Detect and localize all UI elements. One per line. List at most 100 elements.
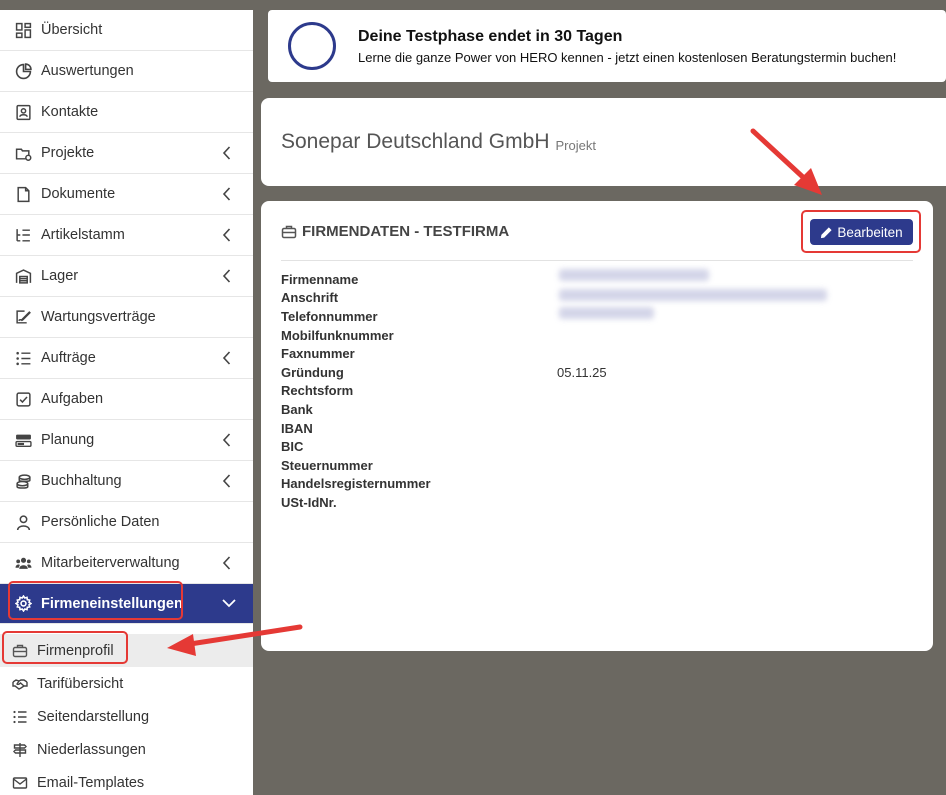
chevron-down-icon — [222, 599, 236, 608]
highlight-firmenprofil — [2, 631, 128, 664]
project-header: Sonepar Deutschland GmbH Projekt — [261, 98, 946, 186]
field-row-iban: IBAN — [281, 419, 607, 438]
field-label: Bank — [281, 401, 313, 417]
field-row-anschrift: Anschrift — [281, 289, 607, 308]
pie-chart-icon — [14, 62, 32, 80]
redacted-phone — [559, 307, 654, 319]
chevron-left-icon — [222, 228, 231, 242]
handshake-icon — [11, 676, 29, 692]
sidebar-subitem-label: Seitendarstellung — [37, 708, 150, 725]
user-icon — [14, 513, 32, 531]
sidebar-item-auftraege[interactable]: Aufträge — [0, 338, 253, 379]
chevron-left-icon — [222, 433, 231, 447]
field-value: 05.11.25 — [557, 364, 607, 380]
field-label: Anschrift — [281, 290, 339, 306]
sidebar-item-dokumente[interactable]: Dokumente — [0, 174, 253, 215]
sidebar-item-label: Projekte — [41, 145, 95, 161]
trial-banner-title: Deine Testphase endet in 30 Tagen — [358, 27, 623, 45]
redacted-address — [559, 289, 827, 301]
signpost-icon — [11, 742, 29, 758]
sidebar-item-auswertungen[interactable]: Auswertungen — [0, 51, 253, 92]
company-fields: Firmenname Anschrift Telefonnummer Mobil… — [281, 270, 607, 512]
contract-sign-icon — [14, 308, 32, 326]
sidebar-item-lager[interactable]: Lager — [0, 256, 253, 297]
trial-banner-subtitle: Lerne die ganze Power von HERO kennen - … — [358, 49, 897, 65]
field-label: Faxnummer — [281, 346, 355, 362]
sidebar-item-label: Mitarbeiterverwaltung — [41, 555, 180, 571]
field-row-firmenname: Firmenname — [281, 270, 607, 289]
company-data-title: FIRMENDATEN - TESTFIRMA — [302, 223, 510, 240]
field-row-bic: BIC — [281, 437, 607, 456]
field-row-bank: Bank — [281, 400, 607, 419]
chevron-left-icon — [222, 187, 231, 201]
sidebar-item-label: Artikelstamm — [41, 227, 125, 243]
warehouse-icon — [14, 267, 32, 285]
field-row-handelsregisternummer: Handelsregisternummer — [281, 475, 607, 494]
field-row-mobilfunknummer: Mobilfunknummer — [281, 326, 607, 345]
redacted-company-name — [559, 269, 709, 281]
field-label: Mobilfunknummer — [281, 327, 394, 343]
edit-button[interactable]: Bearbeiten — [810, 219, 913, 245]
sidebar-subitem-label: Niederlassungen — [37, 741, 146, 758]
field-label: BIC — [281, 439, 304, 455]
sidebar-subitem-email-templates[interactable]: Email-Templates — [0, 766, 253, 795]
field-row-telefonnummer: Telefonnummer — [281, 307, 607, 326]
field-row-rechtsform: Rechtsform — [281, 382, 607, 401]
envelope-icon — [11, 775, 29, 791]
sidebar-item-label: Planung — [41, 432, 95, 448]
sidebar-item-label: Übersicht — [41, 22, 103, 38]
sidebar-subitem-tarifuebersicht[interactable]: Tarifübersicht — [0, 667, 253, 700]
sidebar-item-kontakte[interactable]: Kontakte — [0, 92, 253, 133]
sidebar-subitem-label: Tarifübersicht — [37, 675, 124, 692]
trial-progress-ring — [288, 22, 336, 70]
page-subtitle: Projekt — [555, 137, 596, 153]
folder-icon — [14, 144, 32, 162]
field-row-gruendung: Gründung 05.11.25 — [281, 363, 607, 382]
field-row-ust-idnr: USt-IdNr. — [281, 493, 607, 512]
trial-banner[interactable]: Deine Testphase endet in 30 Tagen Lerne … — [268, 10, 946, 82]
contact-card-icon — [14, 103, 32, 121]
field-label: Telefonnummer — [281, 308, 378, 324]
document-icon — [14, 185, 32, 203]
sidebar-item-uebersicht[interactable]: Übersicht — [0, 10, 253, 51]
pencil-icon — [821, 226, 832, 238]
highlight-firmeneinstellungen — [8, 581, 183, 620]
sidebar-subitem-seitendarstellung[interactable]: Seitendarstellung — [0, 700, 253, 733]
sidebar-item-planung[interactable]: Planung — [0, 420, 253, 461]
sidebar-item-label: Persönliche Daten — [41, 514, 160, 530]
task-list-icon — [14, 349, 32, 367]
chevron-left-icon — [222, 146, 231, 160]
sidebar-item-label: Wartungsverträge — [41, 309, 156, 325]
sidebar-item-artikelstamm[interactable]: Artikelstamm — [0, 215, 253, 256]
field-label: USt-IdNr. — [281, 494, 337, 510]
chevron-left-icon — [222, 556, 231, 570]
users-icon — [14, 554, 32, 572]
sidebar-item-mitarbeiterverwaltung[interactable]: Mitarbeiterverwaltung — [0, 543, 253, 584]
coins-icon — [14, 472, 32, 490]
field-row-steuernummer: Steuernummer — [281, 456, 607, 475]
field-label: Gründung — [281, 364, 344, 380]
sidebar-item-label: Kontakte — [41, 104, 99, 120]
chevron-left-icon — [222, 351, 231, 365]
sidebar-subitem-niederlassungen[interactable]: Niederlassungen — [0, 733, 253, 766]
divider — [281, 260, 913, 261]
sidebar-item-label: Aufträge — [41, 350, 96, 366]
field-label: IBAN — [281, 420, 313, 436]
sidebar-subitem-label: Email-Templates — [37, 774, 145, 791]
list-tree-icon — [14, 226, 32, 244]
sidebar-item-wartungsvertraege[interactable]: Wartungsverträge — [0, 297, 253, 338]
field-label: Handelsregisternummer — [281, 476, 431, 492]
field-label: Steuernummer — [281, 457, 373, 473]
dashboard-icon — [14, 21, 32, 39]
sidebar-item-aufgaben[interactable]: Aufgaben — [0, 379, 253, 420]
checkbox-icon — [14, 390, 32, 408]
sidebar-item-buchhaltung[interactable]: Buchhaltung — [0, 461, 253, 502]
briefcase-icon — [281, 225, 297, 238]
sidebar-item-persoenliche-daten[interactable]: Persönliche Daten — [0, 502, 253, 543]
sidebar-item-label: Buchhaltung — [41, 473, 122, 489]
sidebar-item-label: Auswertungen — [41, 63, 134, 79]
sidebar: Übersicht Auswertungen Kontakte Projekte… — [0, 10, 253, 795]
company-data-heading: FIRMENDATEN - TESTFIRMA — [281, 223, 509, 240]
company-data-card: FIRMENDATEN - TESTFIRMA Bearbeiten Firme… — [261, 201, 933, 651]
sidebar-item-projekte[interactable]: Projekte — [0, 133, 253, 174]
